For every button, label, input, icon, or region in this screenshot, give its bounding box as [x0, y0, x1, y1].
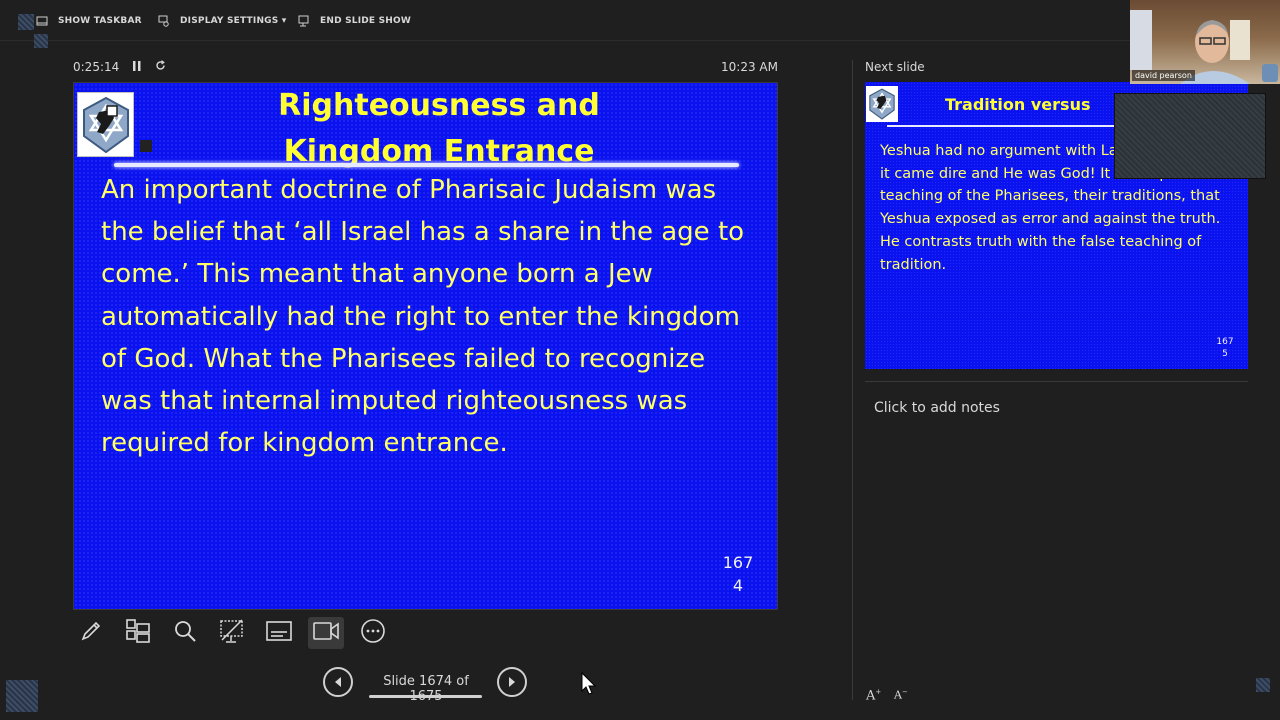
next-slide-number-line1: 167 — [1216, 337, 1234, 347]
current-time: 10:23 AM — [721, 60, 778, 74]
pen-icon — [79, 619, 103, 647]
webcam-name-label: david pearson — [1132, 70, 1195, 81]
decrease-font-button[interactable]: A− — [894, 688, 908, 702]
slide-number-line1: 167 — [722, 553, 754, 572]
speaker-notes[interactable]: Click to add notes — [874, 400, 1000, 416]
zoom-button[interactable] — [167, 617, 203, 649]
increase-font-label: A — [866, 688, 876, 704]
next-slide-button[interactable] — [497, 667, 527, 697]
subtitles-icon — [265, 619, 293, 647]
slide-number: 167 4 — [708, 551, 768, 597]
presenter-tools — [73, 617, 391, 649]
triangle-left-icon — [333, 673, 343, 692]
show-taskbar-button[interactable]: SHOW TASKBAR — [36, 12, 142, 30]
slide-counter[interactable]: Slide 1674 of 1675 — [365, 674, 487, 704]
slide-number-line2: 4 — [732, 576, 744, 595]
slide-title: Righteousness and Kingdom Entrance — [224, 83, 654, 175]
pen-tool-button[interactable] — [73, 617, 109, 649]
decorative-corner — [1256, 678, 1270, 692]
slide-title-line1: Righteousness and — [278, 88, 600, 123]
subtitles-button[interactable] — [261, 617, 297, 649]
screen-off-icon — [219, 618, 245, 648]
slide-body-text: An important doctrine of Pharisaic Judai… — [101, 175, 745, 459]
display-settings-label: DISPLAY SETTINGS ▾ — [180, 16, 287, 26]
next-slide-number: 167 5 — [1210, 336, 1240, 360]
pane-divider[interactable] — [852, 60, 853, 700]
slides-grid-icon — [125, 618, 151, 648]
next-slide-number-line2: 5 — [1222, 349, 1228, 359]
triangle-right-icon — [507, 673, 517, 692]
video-overlay-panel — [1114, 93, 1266, 179]
elapsed-time: 0:25:14 — [73, 60, 120, 74]
more-options-button[interactable] — [355, 617, 391, 649]
notes-divider[interactable] — [865, 381, 1248, 382]
decorative-corner — [34, 34, 48, 48]
show-taskbar-label: SHOW TASKBAR — [58, 16, 142, 26]
camera-toggle-button[interactable] — [308, 617, 344, 649]
video-camera-icon — [312, 620, 340, 646]
display-settings-icon — [158, 15, 170, 27]
mouse-cursor-icon — [581, 671, 597, 700]
previous-slide-button[interactable] — [323, 667, 353, 697]
current-slide[interactable]: Righteousness and Kingdom Entrance An im… — [73, 82, 778, 610]
end-show-icon — [298, 15, 310, 27]
pause-icon[interactable] — [133, 60, 141, 74]
ministry-logo — [77, 92, 134, 157]
display-settings-button[interactable]: DISPLAY SETTINGS ▾ — [158, 12, 287, 30]
slide-counter-underline — [369, 695, 482, 698]
increase-font-button[interactable]: A+ — [866, 688, 881, 703]
taskbar-icon — [36, 15, 48, 27]
title-underline — [114, 163, 739, 167]
end-slide-show-label: END SLIDE SHOW — [320, 16, 411, 26]
black-screen-button[interactable] — [214, 617, 250, 649]
next-slide-logo — [866, 86, 898, 122]
ellipsis-icon — [360, 618, 386, 648]
decrease-font-label: A — [894, 688, 902, 702]
reset-timer-icon[interactable] — [155, 60, 166, 74]
logo-mark — [140, 140, 152, 152]
end-slide-show-button[interactable]: END SLIDE SHOW — [298, 12, 411, 30]
magnifier-icon — [173, 619, 197, 647]
presentation-timer: 0:25:14 — [73, 60, 166, 74]
decorative-corner — [18, 14, 34, 30]
next-slide-header: Next slide — [865, 60, 925, 74]
see-all-slides-button[interactable] — [120, 617, 156, 649]
decorative-corner — [6, 680, 38, 712]
